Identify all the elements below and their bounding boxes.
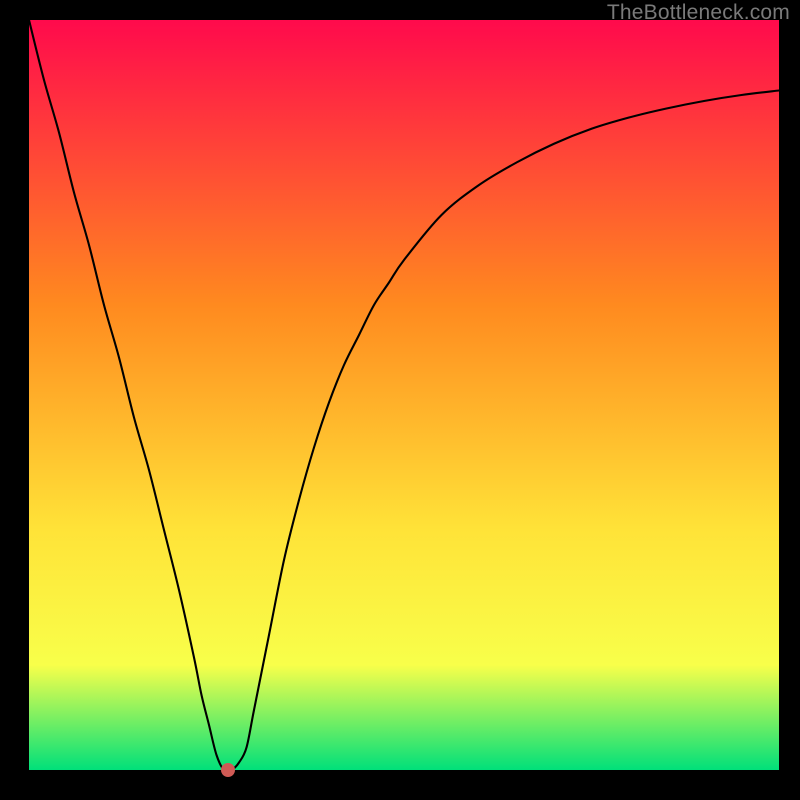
bottleneck-curve [29,20,779,770]
optimal-point-marker [221,763,235,777]
watermark-text: TheBottleneck.com [607,1,790,25]
chart-container: TheBottleneck.com [0,0,800,800]
